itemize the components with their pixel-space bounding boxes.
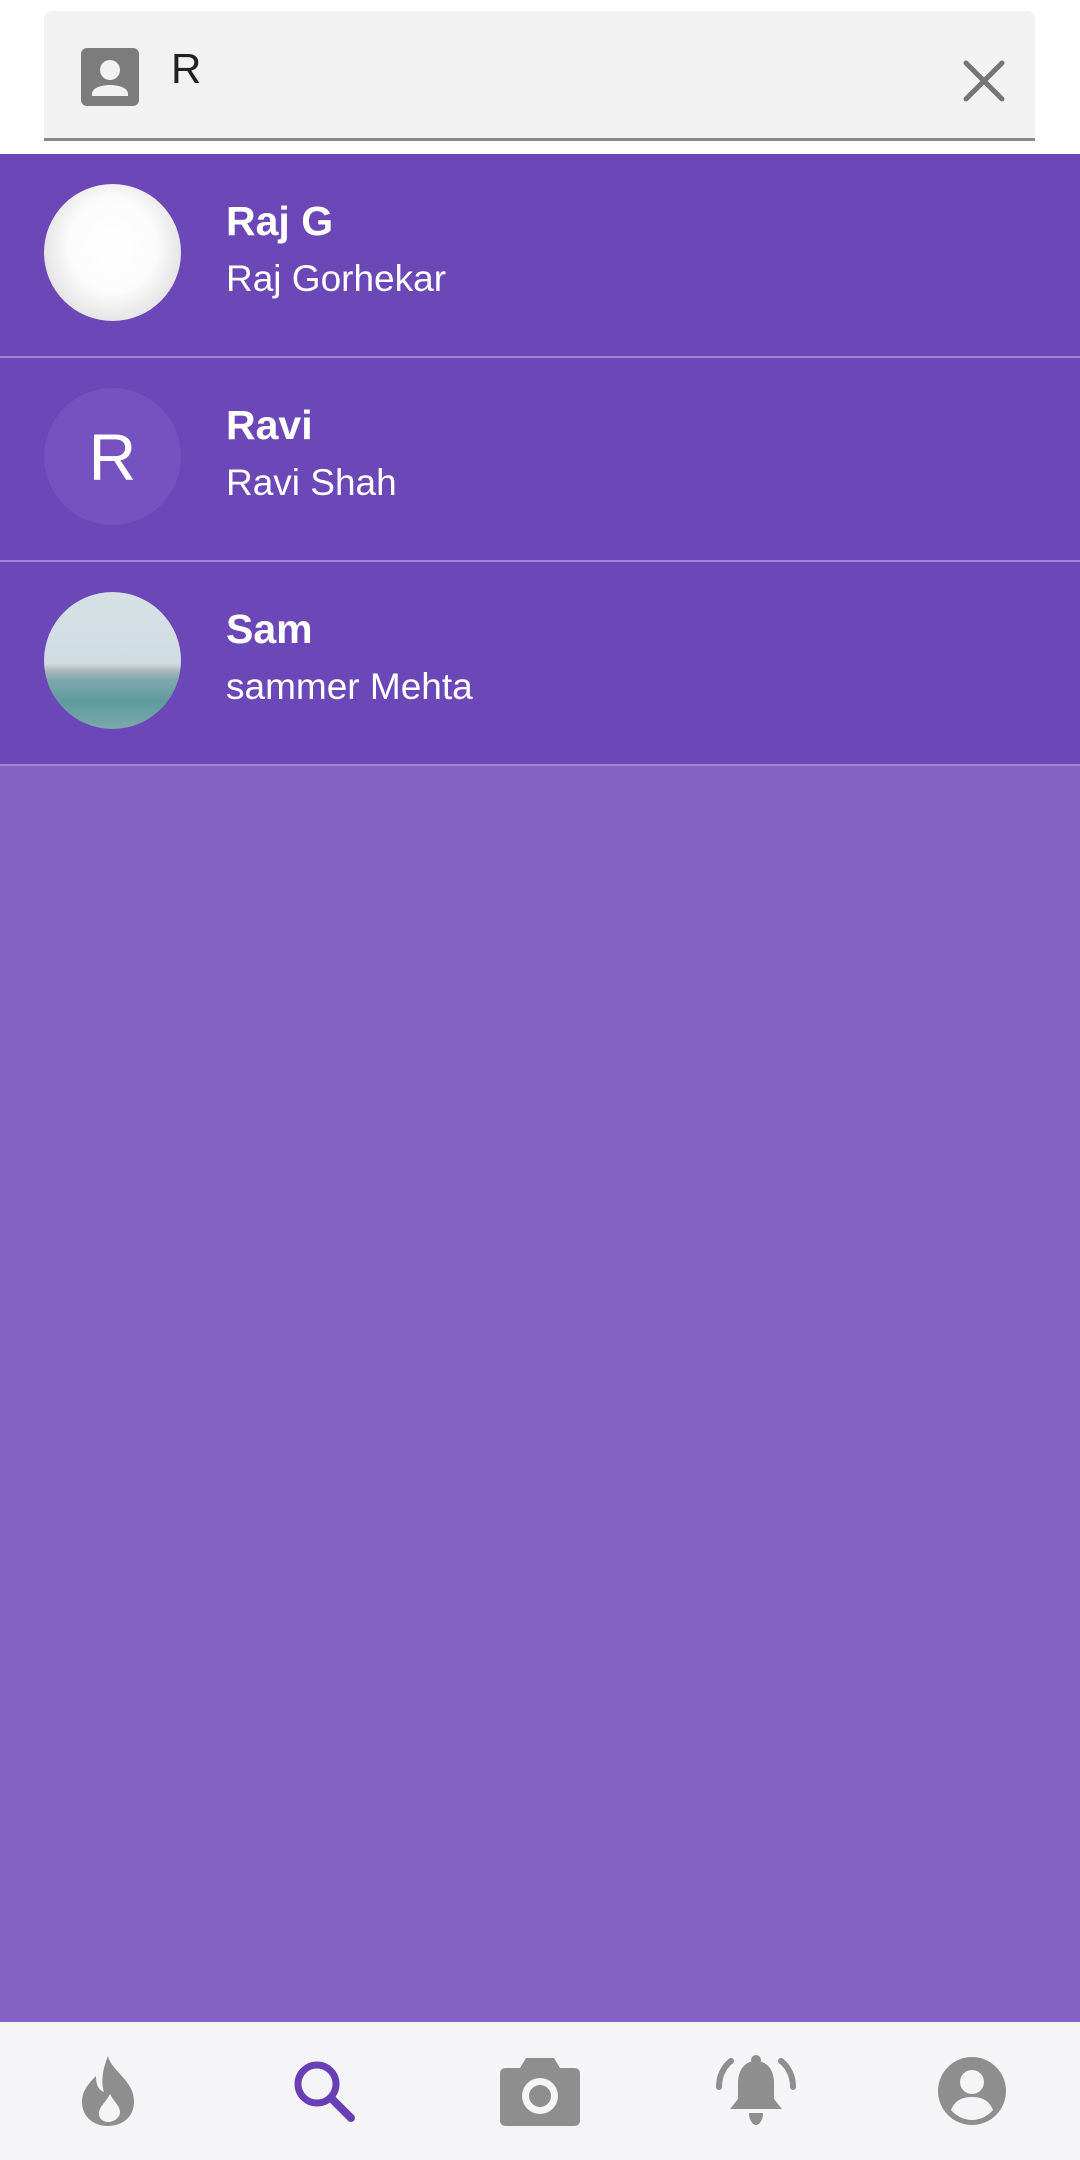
nav-item-profile[interactable] xyxy=(917,2036,1027,2146)
search-input[interactable] xyxy=(171,39,931,99)
nav-item-camera[interactable] xyxy=(485,2036,595,2146)
camera-icon xyxy=(500,2058,580,2126)
avatar xyxy=(44,184,181,321)
avatar xyxy=(44,592,181,729)
account-icon xyxy=(938,2057,1006,2125)
list-item[interactable]: Sam sammer Mehta xyxy=(0,562,1080,766)
contact-name: Raj G xyxy=(226,198,334,244)
contact-icon xyxy=(81,48,139,106)
search-header xyxy=(0,0,1080,154)
search-box[interactable] xyxy=(44,11,1035,141)
contact-full-name: sammer Mehta xyxy=(226,666,473,707)
avatar: R xyxy=(44,388,181,525)
search-icon xyxy=(294,2061,355,2122)
bell-icon xyxy=(716,2055,796,2125)
list-item[interactable]: Raj G Raj Gorhekar xyxy=(0,154,1080,358)
nav-item-notifications[interactable] xyxy=(701,2036,811,2146)
search-results-list: Raj G Raj Gorhekar R Ravi Ravi Shah Sam … xyxy=(0,154,1080,766)
contact-full-name: Ravi Shah xyxy=(226,462,397,503)
close-icon xyxy=(963,60,1005,102)
avatar-letter: R xyxy=(88,419,137,494)
flame-icon xyxy=(82,2056,134,2126)
bottom-navigation xyxy=(0,2022,1080,2160)
nav-item-search[interactable] xyxy=(269,2036,379,2146)
contact-full-name: Raj Gorhekar xyxy=(226,258,447,299)
contact-name: Sam xyxy=(226,606,313,652)
nav-item-trending[interactable] xyxy=(53,2036,163,2146)
contact-name: Ravi xyxy=(226,402,313,448)
list-item[interactable]: R Ravi Ravi Shah xyxy=(0,358,1080,562)
clear-search-button[interactable] xyxy=(944,41,1024,121)
